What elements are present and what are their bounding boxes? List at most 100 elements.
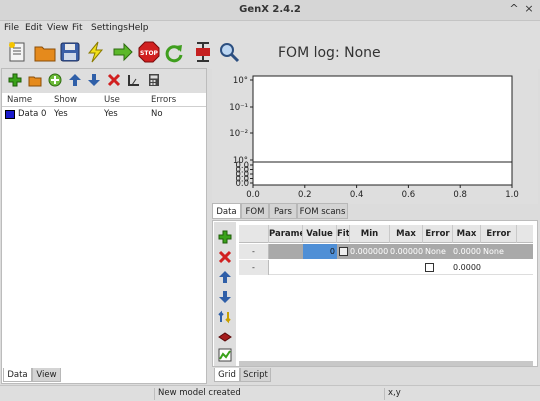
move-down-button[interactable] (87, 73, 101, 87)
data-row-errors[interactable]: No (151, 109, 163, 119)
plus-icon (8, 73, 22, 87)
residual-y-ticks: 0.00.00.00.00.0 (235, 161, 253, 189)
arrow-up-icon (69, 74, 81, 86)
grid-toolbar (214, 222, 236, 366)
x-tick-label: 0.8 (453, 190, 467, 200)
delete-parameter-button[interactable] (218, 250, 232, 264)
maximize-button[interactable]: ^ (507, 2, 521, 16)
grid-col-error-2[interactable]: Error (481, 225, 517, 243)
grid-col-parameter[interactable]: Paramet (269, 225, 303, 243)
folder-icon (28, 76, 42, 87)
grid-cell-min[interactable]: 0.000000 (350, 244, 390, 259)
move-parameter-up-button[interactable] (218, 270, 232, 284)
new-model-button[interactable] (6, 40, 30, 64)
y-tick-label: 10° (233, 76, 248, 86)
grid-cell-error[interactable]: None (423, 244, 453, 259)
grid-cell-value[interactable]: 0 (303, 244, 337, 259)
grid-cell-max[interactable]: 0.000000 (390, 244, 423, 259)
grid-row[interactable]: - 0 0.000000 0.000000 None 0.000000 None (239, 244, 533, 259)
parameter-grid[interactable]: Paramet Value Fit Min Max Error Max Erro… (239, 225, 533, 366)
add-data-button[interactable] (8, 73, 22, 87)
arrow-right-icon (113, 42, 133, 62)
status-bar: New model created x,y (0, 385, 540, 401)
sort-parameters-button[interactable] (218, 310, 232, 324)
data-toolbar (2, 69, 206, 93)
delete-data-button[interactable] (107, 73, 121, 87)
add-parameter-button[interactable] (218, 230, 232, 244)
status-coordinates: x,y (384, 388, 534, 400)
row-marker[interactable]: - (239, 260, 269, 275)
column-name[interactable]: Name (7, 95, 32, 105)
floppy-disk-icon (60, 42, 80, 62)
fit-checkbox[interactable] (339, 247, 348, 256)
column-errors[interactable]: Errors (151, 95, 176, 105)
grid-cell-error-2[interactable]: None (481, 244, 517, 259)
x-tick-label: 0.4 (350, 190, 364, 200)
tab-data[interactable]: Data (3, 368, 32, 382)
save-model-button[interactable] (58, 40, 82, 64)
calc-errorbars-button[interactable] (191, 40, 215, 64)
fit-button[interactable] (111, 40, 135, 64)
tab-plot-fom[interactable]: FOM (241, 203, 269, 219)
tab-plot-fom-scans[interactable]: FOM scans (297, 203, 348, 219)
restart-fit-button[interactable] (162, 40, 186, 64)
data-row-show[interactable]: Yes (54, 109, 68, 119)
tab-script[interactable]: Script (240, 368, 271, 382)
move-parameter-down-button[interactable] (218, 290, 232, 304)
move-up-button[interactable] (68, 73, 82, 87)
grid-col-fit[interactable]: Fit (337, 225, 350, 243)
horizontal-scrollbar[interactable] (239, 361, 533, 366)
stop-button[interactable]: STOP (137, 40, 161, 64)
scan-parameter-button[interactable] (218, 348, 232, 362)
tab-view[interactable]: View (32, 368, 61, 382)
grid-col-error[interactable]: Error (423, 225, 453, 243)
plus-globe-icon (48, 73, 62, 87)
main-axes (252, 75, 513, 163)
add-simulation-button[interactable] (48, 73, 62, 87)
close-button[interactable]: × (522, 2, 536, 16)
open-model-button[interactable] (33, 40, 57, 64)
svg-text:STOP: STOP (140, 50, 159, 57)
data-list-panel: Name Show Use Errors Data 0 Yes Yes No D… (1, 68, 207, 384)
menu-edit[interactable]: Edit (25, 23, 42, 33)
arrow-down-icon (88, 74, 100, 86)
menu-fit[interactable]: Fit (72, 23, 83, 33)
data-color-swatch[interactable] (5, 110, 15, 119)
plus-icon (218, 230, 232, 244)
fit-checkbox[interactable] (425, 263, 434, 272)
zoom-button[interactable] (217, 40, 241, 64)
grid-col-max[interactable]: Max (390, 225, 423, 243)
column-show[interactable]: Show (54, 95, 77, 105)
project-fom-button[interactable] (218, 330, 232, 344)
set-square-icon (128, 75, 139, 86)
grid-cell-fit[interactable] (337, 244, 350, 259)
calculator-button[interactable] (147, 73, 161, 87)
column-use[interactable]: Use (104, 95, 120, 105)
y-tick-label: 10⁻¹ (229, 103, 248, 113)
row-marker[interactable]: - (239, 244, 269, 259)
reflectivity-plot[interactable]: 10°10⁻¹10⁻²10° 0.00.00.00.00.0 0.0 0.2 0.4… (212, 68, 538, 204)
menu-view[interactable]: View (47, 23, 68, 33)
grid-cell-fit-2[interactable] (423, 260, 453, 275)
data-row-use[interactable]: Yes (104, 109, 118, 119)
menu-help[interactable]: Help (128, 23, 149, 33)
grid-col-min[interactable]: Min (350, 225, 390, 243)
data-calculations-button[interactable] (127, 73, 141, 87)
grid-row[interactable]: - 0.000000 (239, 260, 533, 275)
grid-cell-parameter[interactable] (269, 244, 303, 259)
tab-plot-data[interactable]: Data (212, 203, 241, 219)
simulate-button[interactable] (84, 40, 108, 64)
menu-file[interactable]: File (4, 23, 19, 33)
tab-grid[interactable]: Grid (214, 368, 240, 382)
grid-col-value[interactable]: Value (303, 225, 337, 243)
x-ticks: 0.0 0.2 0.4 0.6 0.8 1.0 (246, 185, 519, 200)
menu-settings[interactable]: Settings (91, 23, 128, 33)
parameter-grid-panel: Paramet Value Fit Min Max Error Max Erro… (212, 220, 538, 382)
import-data-button[interactable] (28, 73, 42, 87)
plot-tabs: Data FOM Pars FOM scans (212, 203, 538, 219)
grid-cell-max-2[interactable]: 0.000000 (453, 260, 481, 275)
data-row-name[interactable]: Data 0 (18, 109, 46, 119)
grid-col-max-2[interactable]: Max (453, 225, 481, 243)
grid-cell-max-2[interactable]: 0.000000 (453, 244, 481, 259)
tab-plot-pars[interactable]: Pars (269, 203, 297, 219)
